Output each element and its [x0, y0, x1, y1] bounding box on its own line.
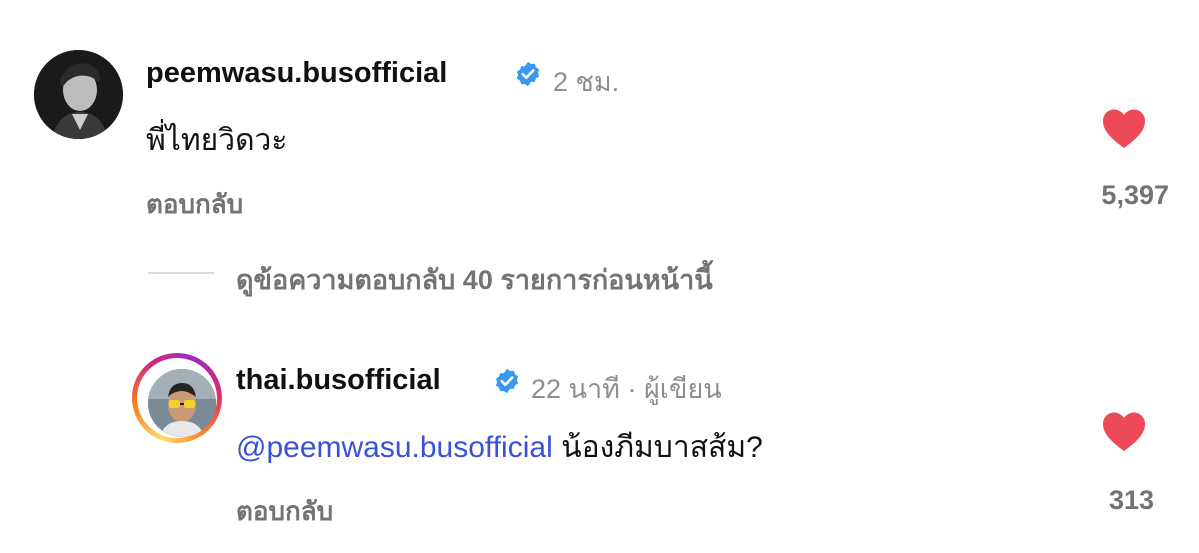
reply-text: @peemwasu.busofficial น้องภีมบาสส้ม? — [236, 424, 763, 471]
reply-username[interactable]: thai.busofficial — [236, 364, 441, 397]
story-ring[interactable] — [132, 353, 222, 443]
reply-button[interactable]: ตอบกลับ — [236, 491, 333, 532]
comment-text: พี่ไทยวิดวะ — [146, 124, 288, 157]
replies-divider — [148, 272, 214, 274]
reply-body: น้องภีมบาสส้ม? — [561, 431, 763, 464]
like-count: 5,397 — [1101, 180, 1169, 210]
heart-icon[interactable] — [1101, 410, 1147, 452]
heart-icon[interactable] — [1101, 107, 1147, 149]
verified-badge-icon — [516, 61, 540, 87]
avatar-photo — [34, 50, 123, 139]
comment-username[interactable]: peemwasu.busofficial — [146, 57, 447, 90]
avatar[interactable] — [148, 369, 216, 437]
avatar-photo — [148, 369, 216, 437]
verified-badge-icon — [495, 368, 519, 394]
view-previous-replies-button[interactable]: ดูข้อความตอบกลับ 40 รายการก่อนหน้านี้ — [236, 258, 713, 301]
avatar-border — [137, 358, 217, 438]
reply-meta: 22 นาที · ผู้เขียน — [531, 374, 722, 404]
mention-link[interactable]: @peemwasu.busofficial — [236, 431, 553, 464]
avatar[interactable] — [34, 50, 123, 139]
comment-timestamp: 2 ชม. — [553, 67, 620, 97]
like-count: 313 — [1108, 485, 1154, 515]
reply-button[interactable]: ตอบกลับ — [146, 184, 243, 225]
